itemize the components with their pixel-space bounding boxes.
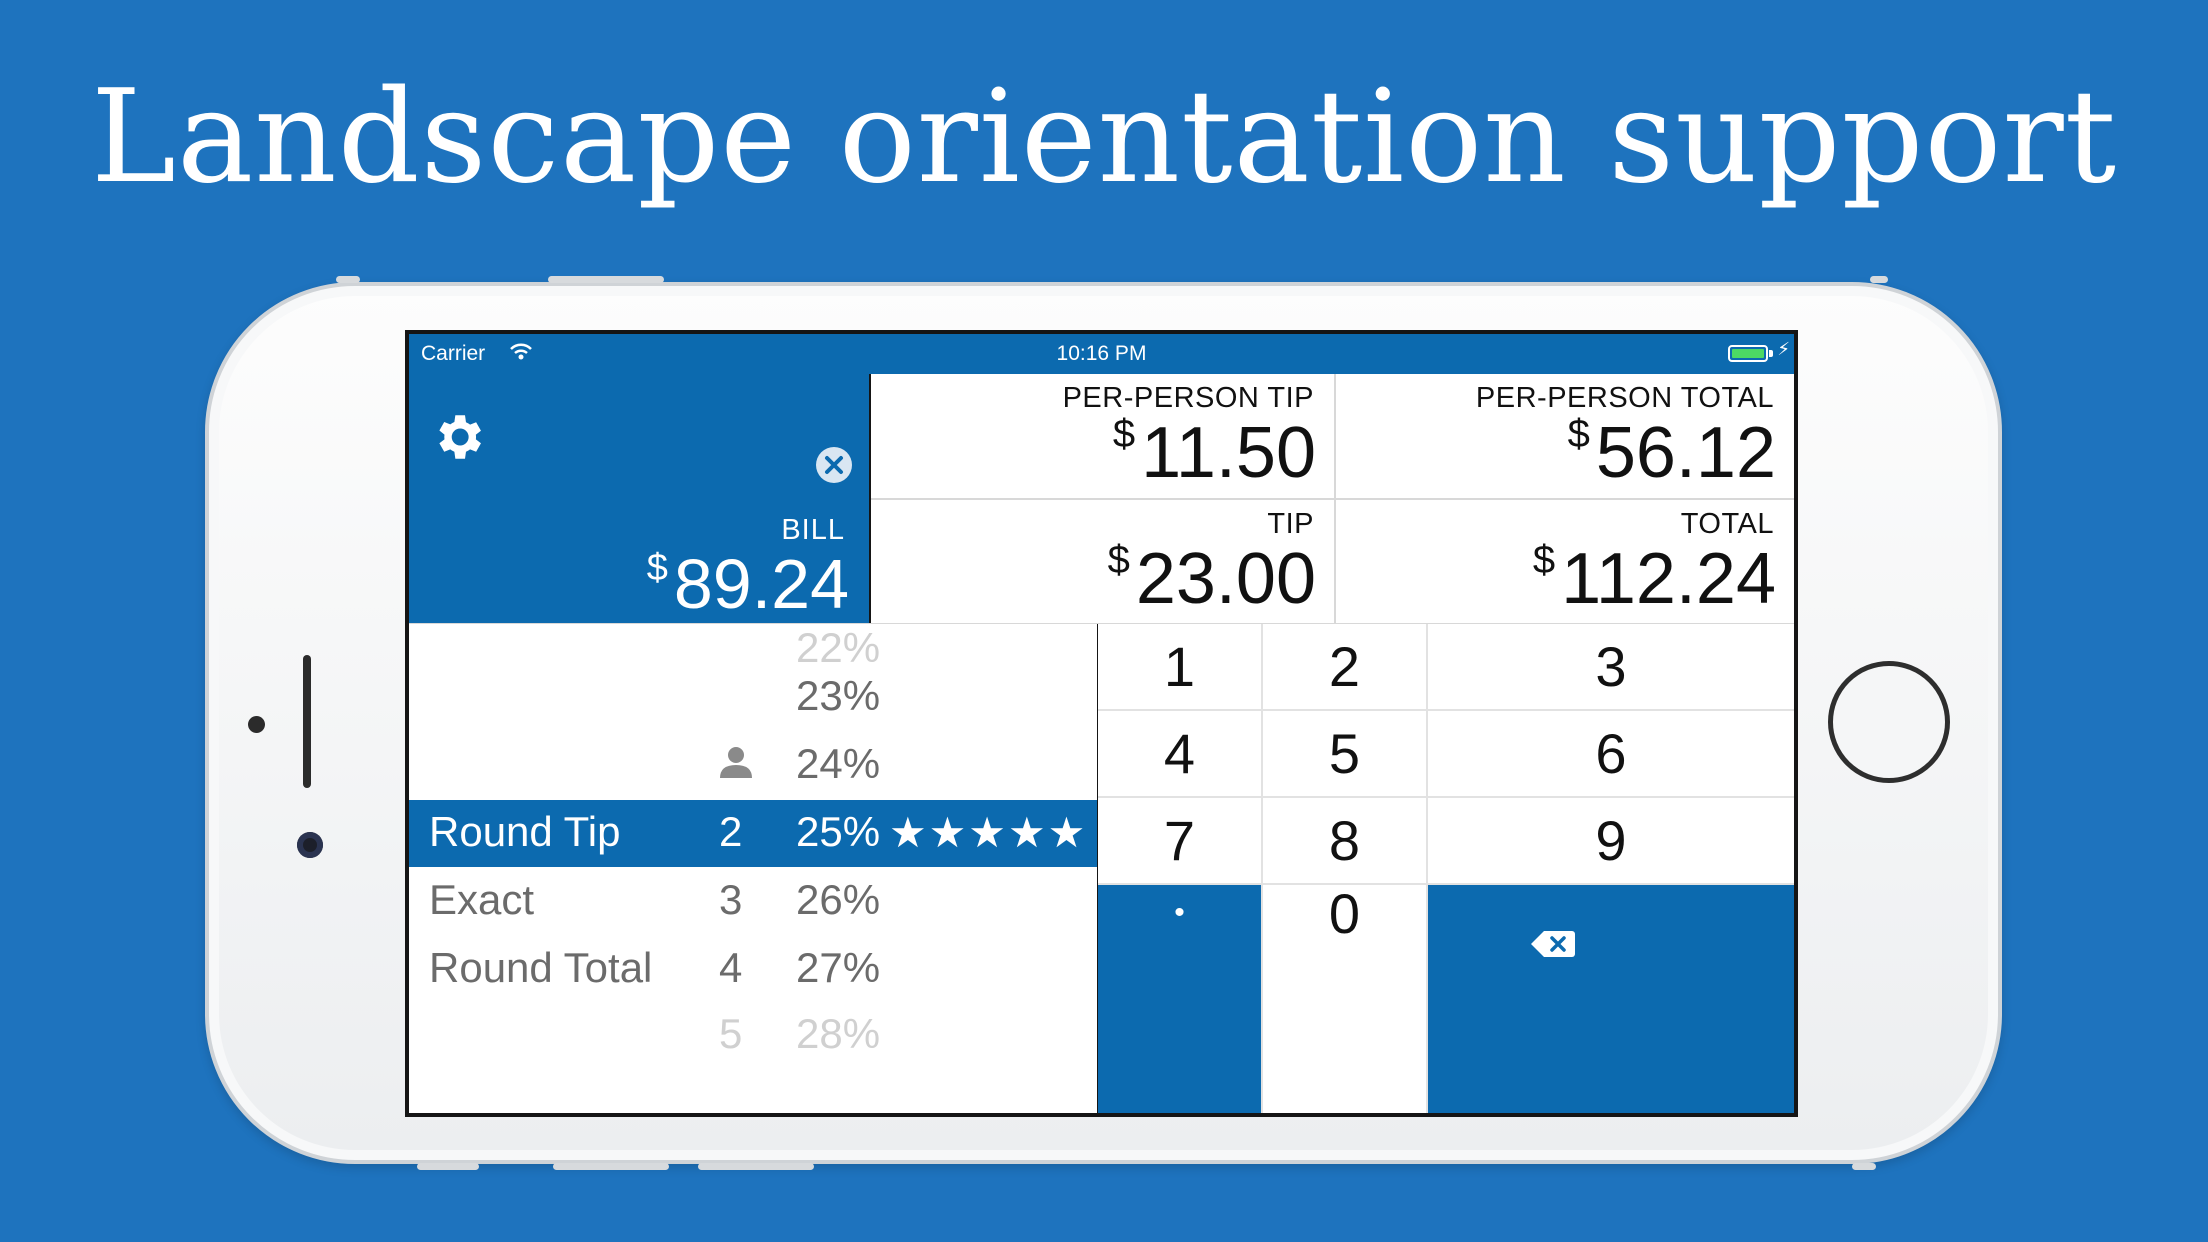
person-icon (720, 747, 752, 778)
per-person-total-cell: PER-PERSON TOTAL $56.12 (1336, 374, 1794, 498)
key-1[interactable]: 1 (1098, 624, 1261, 709)
tip-cell: TIP $23.00 (871, 500, 1334, 624)
tip-label: TIP (1267, 508, 1314, 540)
per-person-total-label: PER-PERSON TOTAL (1475, 382, 1774, 414)
per-person-total-value: $56.12 (1568, 412, 1776, 494)
key-2[interactable]: 2 (1263, 624, 1426, 709)
key-5[interactable]: 5 (1263, 711, 1426, 796)
picker-row-count: 5 (719, 1010, 743, 1057)
keypad: 1 2 3 4 5 6 7 8 9 • 0 (1098, 624, 1794, 1113)
per-person-tip-amount: 11.50 (1141, 413, 1316, 493)
picker-row-percent: 27% (796, 944, 881, 991)
front-camera (297, 832, 323, 858)
bottom-button-3 (698, 1163, 814, 1170)
picker-row[interactable]: 5 28% (409, 1002, 1097, 1069)
per-person-tip-currency: $ (1112, 412, 1136, 456)
tip-currency: $ (1107, 538, 1130, 582)
charging-bolt-icon: ⚡ (1777, 339, 1790, 359)
key-0[interactable]: 0 (1263, 882, 1426, 1113)
star-rating: ★★★★★ (889, 809, 1088, 856)
total-amount: 112.24 (1561, 539, 1776, 619)
key-8[interactable]: 8 (1263, 798, 1426, 883)
per-person-tip-cell: PER-PERSON TIP $11.50 (871, 374, 1334, 498)
per-person-tip-value: $11.50 (1113, 412, 1316, 494)
volume-button (548, 276, 664, 283)
per-person-tip-label: PER-PERSON TIP (1062, 382, 1314, 414)
picker-row[interactable]: Exact 3 26% (409, 868, 1097, 935)
key-7[interactable]: 7 (1098, 798, 1261, 883)
bill-currency: $ (646, 547, 668, 589)
speaker-slot (303, 655, 311, 788)
key-6[interactable]: 6 (1428, 711, 1794, 796)
picker-row-selected[interactable]: Round Tip 2 25% ★★★★★ (409, 800, 1097, 867)
side-button-top-left (336, 276, 360, 283)
picker-row-percent: 25% (796, 808, 881, 855)
total-currency: $ (1532, 538, 1556, 582)
picker-row-count: 2 (719, 808, 743, 855)
per-person-total-currency: $ (1567, 412, 1590, 456)
picker-row-name: Round Total (429, 944, 653, 991)
picker-row[interactable]: 24% (409, 732, 1097, 799)
bill-label: BILL (781, 514, 845, 546)
tip-picker[interactable]: 22% 23% 24% Round Tip 2 25% ★★★★★ Exact … (409, 624, 1097, 1113)
picker-row-count: 4 (719, 944, 743, 991)
total-cell: TOTAL $112.24 (1336, 500, 1794, 624)
side-button-top-right (1870, 276, 1888, 283)
picker-row-name: Exact (429, 876, 535, 923)
app-screen: Carrier 10:16 PM ⚡ BILL $89.24 PER-PERSO… (405, 330, 1798, 1117)
bill-amount: 89.24 (673, 545, 849, 623)
sensor-dot (248, 716, 265, 733)
bill-amount-display: $89.24 (647, 544, 849, 624)
key-9[interactable]: 9 (1428, 798, 1794, 883)
per-person-total-amount: 56.12 (1595, 413, 1776, 493)
bill-panel[interactable]: BILL $89.24 (409, 374, 869, 624)
tip-value: $23.00 (1108, 538, 1316, 620)
key-backspace[interactable] (1428, 885, 1794, 1113)
picker-row-name: Round Tip (429, 808, 621, 855)
clear-icon[interactable] (815, 446, 853, 484)
picker-row-count: 3 (719, 876, 743, 923)
status-time: 10:16 PM (1056, 342, 1147, 365)
picker-row[interactable]: 23% (409, 664, 1097, 731)
picker-row-percent: 28% (796, 1010, 881, 1057)
battery-icon (1728, 345, 1768, 362)
tip-amount: 23.00 (1135, 539, 1316, 619)
key-decimal[interactable]: • (1098, 885, 1261, 1113)
headline: Landscape orientation support (90, 63, 2118, 212)
home-button[interactable] (1828, 661, 1950, 783)
status-bar: Carrier 10:16 PM ⚡ (409, 334, 1794, 374)
picker-row[interactable]: Round Total 4 27% (409, 936, 1097, 1003)
total-label: TOTAL (1680, 508, 1774, 540)
picker-row-percent: 26% (796, 876, 881, 923)
battery-tip (1769, 350, 1773, 357)
bottom-button-4 (1852, 1163, 1876, 1170)
bottom-button-1 (417, 1163, 479, 1170)
divider-horizontal (871, 498, 1794, 500)
key-3[interactable]: 3 (1428, 624, 1794, 709)
gear-icon[interactable] (429, 408, 487, 466)
total-value: $112.24 (1533, 538, 1776, 620)
key-4[interactable]: 4 (1098, 711, 1261, 796)
picker-row-percent: 24% (796, 740, 881, 787)
bottom-button-2 (553, 1163, 669, 1170)
backspace-icon (1531, 931, 1575, 957)
picker-row-percent: 23% (796, 672, 881, 719)
